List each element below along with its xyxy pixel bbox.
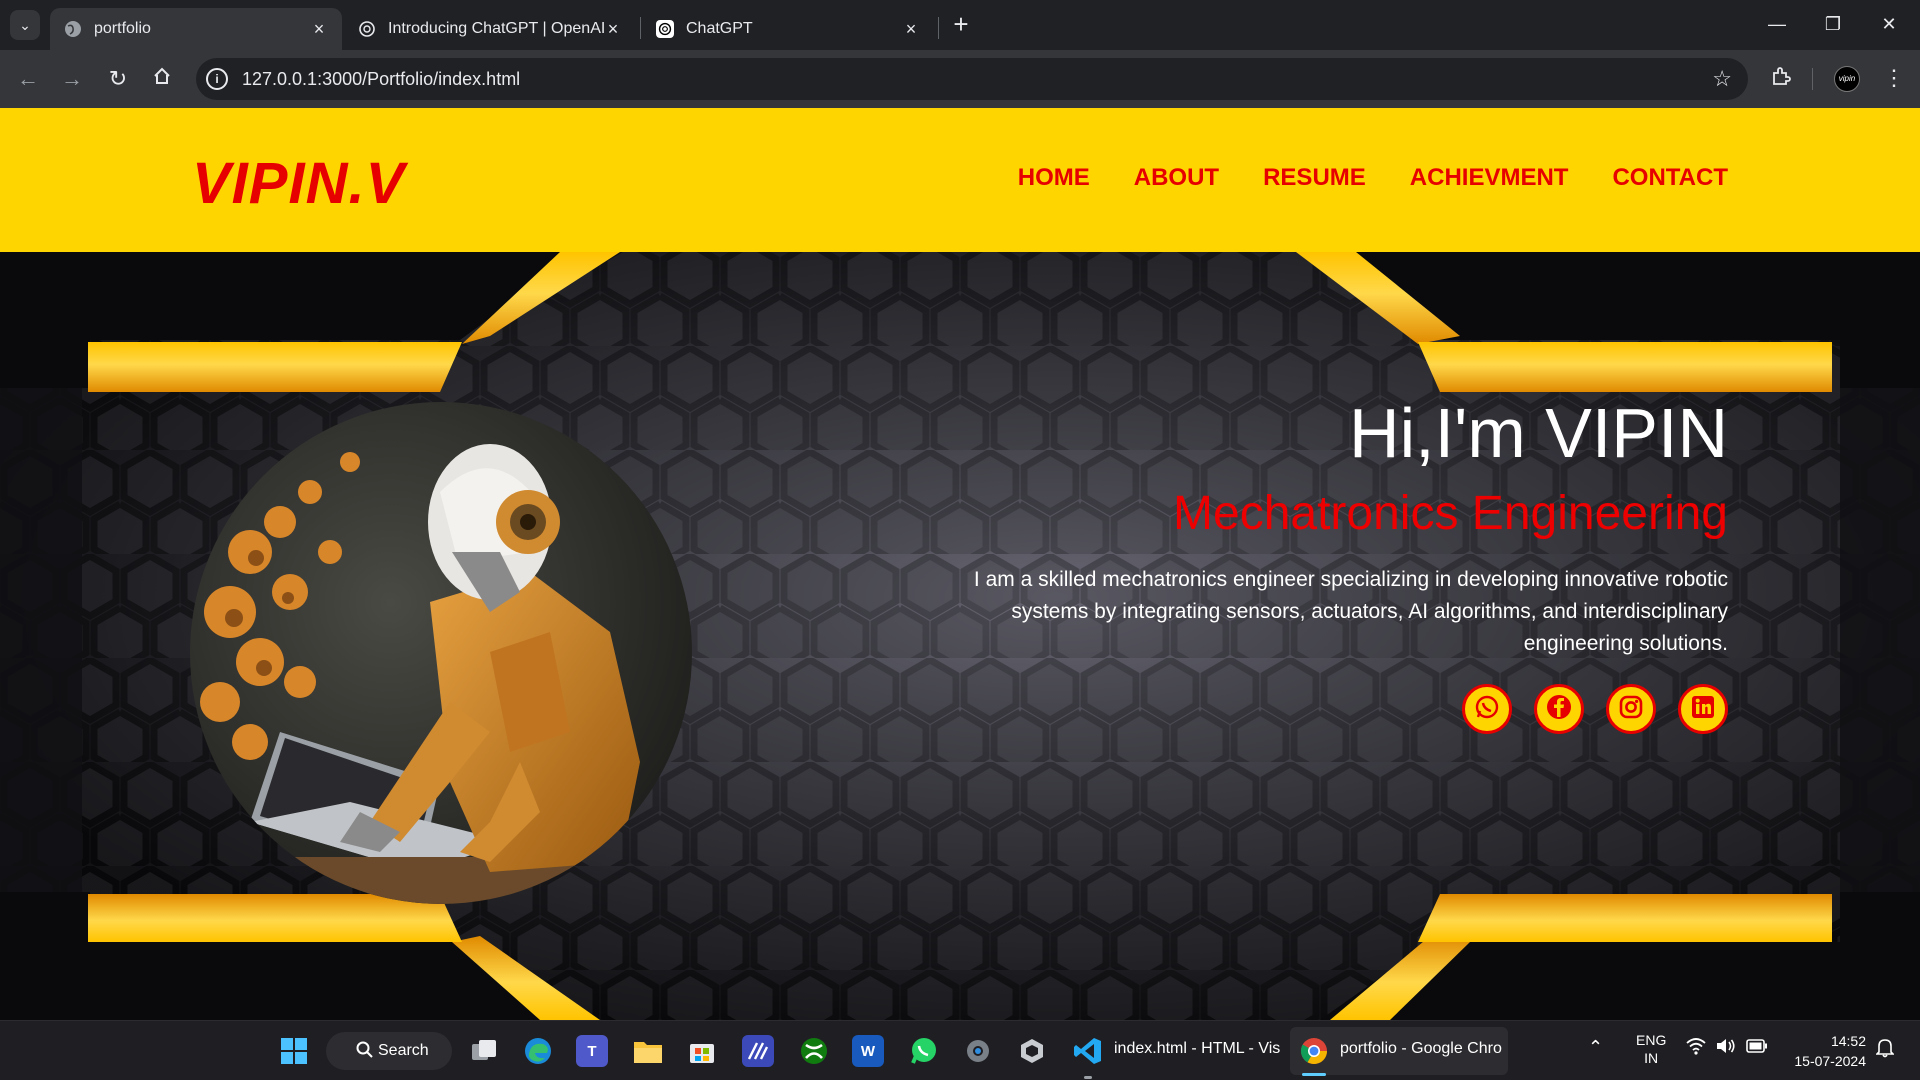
xbox-icon[interactable] — [798, 1035, 830, 1067]
close-icon[interactable]: × — [604, 19, 622, 40]
tab-search-button[interactable]: ⌄ — [10, 10, 40, 40]
store-icon[interactable] — [686, 1035, 718, 1067]
vscode-window-label[interactable]: index.html - HTML - Vis — [1114, 1040, 1280, 1058]
browser-tab-bar: ⌄ portfolio × Introducing ChatGPT | Open… — [0, 0, 1920, 50]
chevron-up-icon[interactable]: ⌃ — [1588, 1037, 1603, 1058]
clock-date: 15-07-2024 — [1794, 1053, 1866, 1069]
social-links — [968, 684, 1728, 734]
windows-taskbar: Search T W index.html - HTML - Vis portf… — [0, 1020, 1920, 1080]
chatgpt-icon — [656, 20, 674, 38]
language-indicator[interactable]: ENG IN — [1636, 1031, 1666, 1067]
linkedin-button[interactable] — [1678, 684, 1728, 734]
site-header: VIPIN.V HOME ABOUT RESUME ACHIEVMENT CON… — [0, 108, 1920, 252]
forward-arrow-icon[interactable]: → — [58, 65, 86, 93]
tab-portfolio[interactable]: portfolio × — [50, 8, 342, 50]
unity-icon[interactable] — [1016, 1035, 1048, 1067]
clock[interactable]: 14:52 15-07-2024 — [1782, 1031, 1866, 1071]
nav-resume-link[interactable]: RESUME — [1263, 164, 1366, 192]
hero-role: Mechatronics Engineering — [1173, 487, 1728, 540]
hero-section: Hi,I'm VIPIN Mechatronics Engineering I … — [0, 252, 1920, 1020]
minimize-icon[interactable]: — — [1754, 8, 1800, 40]
home-icon[interactable] — [148, 65, 176, 93]
word-icon[interactable]: W — [852, 1035, 884, 1067]
whatsapp-icon — [1473, 693, 1501, 726]
toolbar-separator — [1812, 68, 1813, 90]
chrome-icon[interactable] — [1298, 1035, 1330, 1067]
profile-portrait-image — [190, 402, 692, 904]
task-view-icon[interactable] — [468, 1035, 500, 1067]
vscode-running-indicator — [1084, 1076, 1092, 1079]
back-arrow-icon[interactable]: ← — [14, 65, 42, 93]
nav-about-link[interactable]: ABOUT — [1134, 164, 1219, 192]
vscode-icon[interactable] — [1072, 1035, 1104, 1067]
teams-icon[interactable]: T — [576, 1035, 608, 1067]
volume-icon[interactable] — [1716, 1037, 1736, 1058]
url-text[interactable]: 127.0.0.1:3000/Portfolio/index.html — [242, 69, 520, 90]
region-code: IN — [1644, 1050, 1659, 1066]
whatsapp-icon[interactable] — [908, 1035, 940, 1067]
tab-separator — [640, 17, 641, 39]
bookmark-star-icon[interactable]: ☆ — [1712, 66, 1732, 92]
address-bar[interactable]: i 127.0.0.1:3000/Portfolio/index.html ☆ — [196, 58, 1748, 100]
tab-title: Introducing ChatGPT | OpenAI — [388, 20, 604, 37]
reload-icon[interactable]: ↻ — [104, 65, 132, 93]
profile-avatar[interactable]: vipin — [1834, 66, 1860, 92]
nav-home-link[interactable]: HOME — [1018, 164, 1090, 192]
hero-intro: Hi,I'm VIPIN Mechatronics Engineering I … — [968, 392, 1728, 734]
facebook-button[interactable] — [1534, 684, 1584, 734]
site-logo[interactable]: VIPIN.V — [192, 150, 405, 217]
whatsapp-button[interactable] — [1462, 684, 1512, 734]
browser-toolbar: ← → ↻ i 127.0.0.1:3000/Portfolio/index.h… — [0, 50, 1920, 108]
site-info-icon[interactable]: i — [206, 68, 228, 90]
instagram-button[interactable] — [1606, 684, 1656, 734]
chrome-window-label: portfolio - Google Chro — [1340, 1040, 1502, 1057]
windows-start-icon[interactable] — [278, 1035, 310, 1067]
site-nav: HOME ABOUT RESUME ACHIEVMENT CONTACT — [1018, 164, 1728, 192]
restore-icon[interactable]: ❐ — [1810, 8, 1856, 40]
edge-icon[interactable] — [522, 1035, 554, 1067]
nav-contact-link[interactable]: CONTACT — [1612, 164, 1728, 192]
tab-title: ChatGPT — [686, 20, 753, 37]
web-page: VIPIN.V HOME ABOUT RESUME ACHIEVMENT CON… — [0, 108, 1920, 1020]
window-close-icon[interactable]: ✕ — [1866, 8, 1912, 40]
search-label: Search — [378, 1042, 429, 1059]
close-icon[interactable]: × — [310, 19, 328, 40]
wifi-icon[interactable] — [1686, 1037, 1706, 1058]
tab-title: portfolio — [94, 20, 151, 37]
close-icon[interactable]: × — [902, 19, 920, 40]
new-tab-plus-icon[interactable]: + — [948, 11, 974, 38]
facebook-icon — [1545, 693, 1573, 726]
instagram-icon — [1617, 693, 1645, 726]
chevron-down-icon: ⌄ — [19, 16, 31, 33]
nav-achievment-link[interactable]: ACHIEVMENT — [1410, 164, 1569, 192]
hero-description: I am a skilled mechatronics engineer spe… — [973, 568, 1728, 655]
menu-kebab-icon[interactable]: ⋮ — [1880, 65, 1908, 91]
tab-introducing-chatgpt[interactable]: Introducing ChatGPT | OpenAI × — [344, 8, 636, 50]
settings-icon[interactable] — [962, 1035, 994, 1067]
file-explorer-icon[interactable] — [632, 1035, 664, 1067]
chrome-active-indicator — [1302, 1073, 1326, 1076]
battery-icon[interactable] — [1746, 1039, 1768, 1056]
language-code: ENG — [1636, 1032, 1667, 1048]
globe-icon — [64, 20, 82, 38]
search-icon — [356, 1041, 374, 1064]
mathtype-icon[interactable] — [742, 1035, 774, 1067]
tab-chatgpt[interactable]: ChatGPT × — [642, 8, 934, 50]
notification-bell-icon[interactable] — [1875, 1038, 1895, 1061]
tab-separator — [938, 17, 939, 39]
linkedin-icon — [1689, 693, 1717, 726]
clock-time: 14:52 — [1830, 1033, 1866, 1049]
hero-greeting: Hi,I'm VIPIN — [1349, 394, 1728, 472]
extensions-icon[interactable] — [1767, 65, 1795, 93]
taskbar-search[interactable]: Search — [326, 1032, 452, 1070]
openai-icon — [358, 20, 376, 38]
